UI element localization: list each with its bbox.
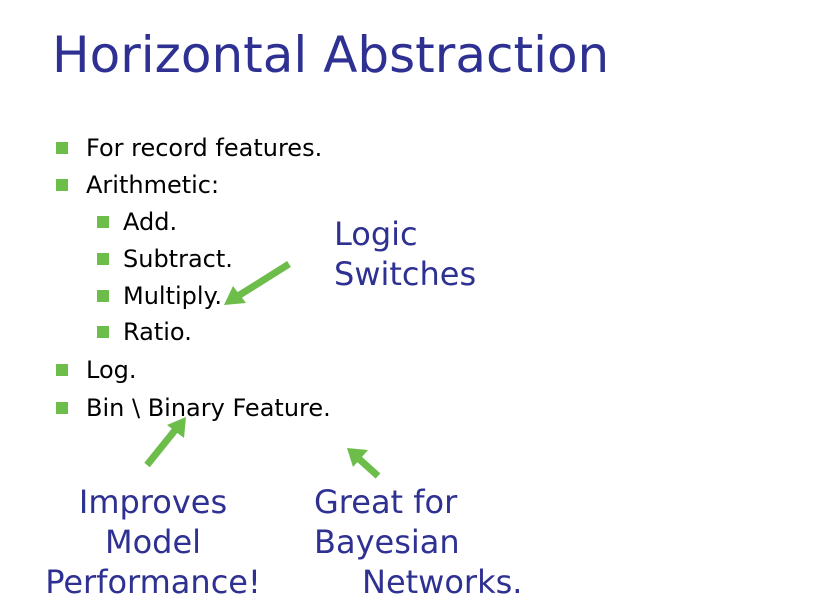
slide: Horizontal Abstraction For record featur… [0, 0, 825, 606]
arrow-to-binary-feature-icon [347, 448, 381, 479]
arrow-to-multiply-icon [224, 261, 291, 305]
arrow-to-bin-icon [144, 417, 186, 468]
arrows-layer [144, 261, 381, 479]
